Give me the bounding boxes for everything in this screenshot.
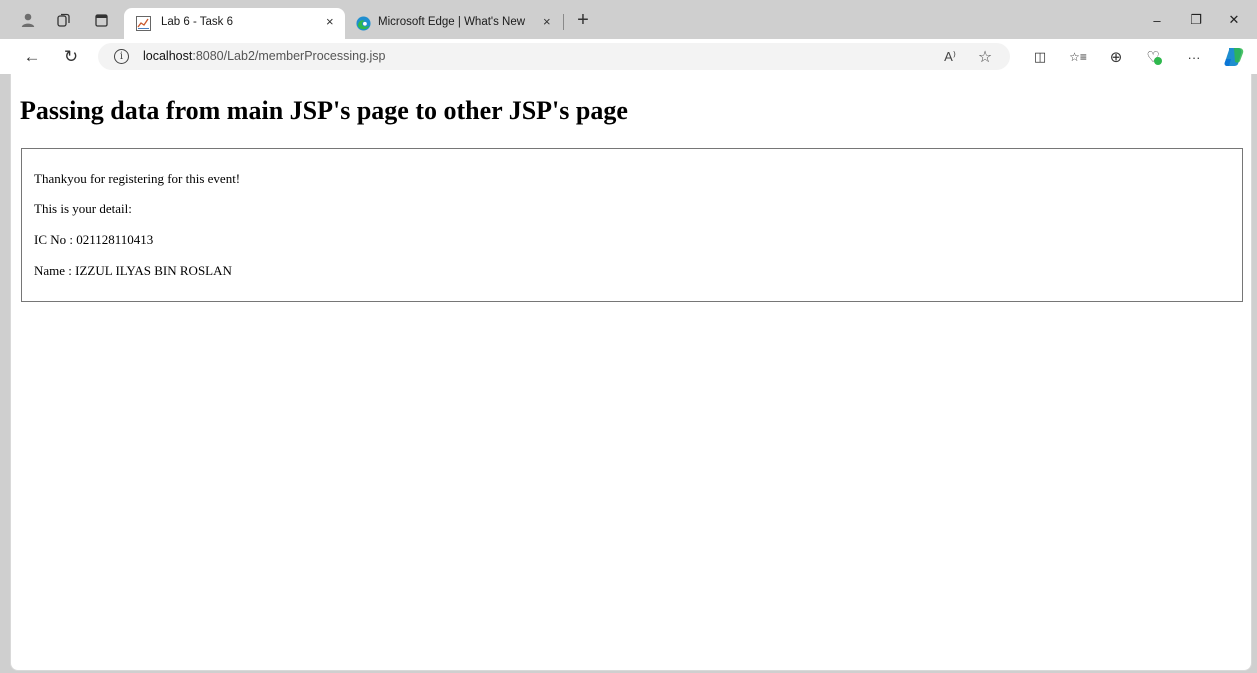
tab-actions-icon[interactable] (92, 11, 110, 29)
detail-intro: This is your detail: (34, 201, 132, 216)
address-bar[interactable]: i localhost:8080/Lab2/memberProcessing.j… (98, 43, 1010, 70)
new-tab-button[interactable]: + (572, 9, 594, 31)
read-aloud-icon[interactable]: A⁾ (941, 48, 959, 66)
url-path: :8080/Lab2/memberProcessing.jsp (192, 49, 386, 63)
tab-close-icon[interactable]: × (326, 14, 334, 29)
performance-icon[interactable]: ♡ (1144, 48, 1162, 66)
browser-toolbar: ← ↻ i localhost:8080/Lab2/memberProcessi… (0, 39, 1257, 74)
restore-button[interactable]: ❐ (1188, 12, 1204, 28)
tab-edge-whats-new[interactable]: Microsoft Edge | What's New × (345, 8, 563, 39)
page-viewport: Passing data from main JSP's page to oth… (10, 74, 1252, 671)
address-url[interactable]: localhost:8080/Lab2/memberProcessing.jsp (143, 49, 386, 63)
thank-you-message: Thankyou for registering for this event! (34, 171, 241, 186)
copilot-icon[interactable] (1223, 47, 1245, 67)
favorite-star-icon[interactable]: ☆ (976, 48, 994, 66)
site-info-icon[interactable]: i (114, 49, 129, 64)
minimize-button[interactable]: – (1149, 12, 1165, 28)
page-favicon-icon (136, 16, 151, 31)
performance-status-dot (1154, 57, 1162, 65)
more-options-icon[interactable]: ··· (1183, 48, 1205, 66)
tab-lab6-task6[interactable]: Lab 6 - Task 6 × (124, 8, 345, 39)
refresh-button[interactable]: ↻ (61, 47, 81, 67)
close-window-button[interactable]: ✕ (1226, 12, 1242, 28)
favorites-icon[interactable]: ☆≡ (1067, 48, 1089, 66)
back-button[interactable]: ← (22, 47, 42, 67)
profile-icon[interactable] (19, 11, 37, 29)
split-screen-icon[interactable]: ◫ (1031, 48, 1049, 66)
workspaces-icon[interactable] (54, 11, 72, 29)
profile-avatar-svg (21, 13, 35, 27)
tab-close-icon[interactable]: × (543, 14, 551, 29)
url-host: localhost (143, 49, 193, 63)
page-title: Passing data from main JSP's page to oth… (20, 96, 628, 125)
tab-actions-svg (94, 13, 108, 27)
workspaces-svg (56, 13, 70, 27)
tab-title: Lab 6 - Task 6 (161, 16, 234, 28)
tab-strip: Lab 6 - Task 6 × Microsoft Edge | What's… (0, 0, 1257, 39)
member-name: Name : IZZUL ILYAS BIN ROSLAN (34, 263, 232, 278)
tab-separator (563, 14, 564, 30)
tab-title: Microsoft Edge | What's New (378, 16, 526, 28)
collections-icon[interactable]: ⊕ (1107, 48, 1125, 66)
edge-logo-icon (356, 16, 371, 31)
registration-detail-box: Thankyou for registering for this event!… (21, 148, 1243, 302)
ic-number: IC No : 021128110413 (34, 232, 154, 247)
